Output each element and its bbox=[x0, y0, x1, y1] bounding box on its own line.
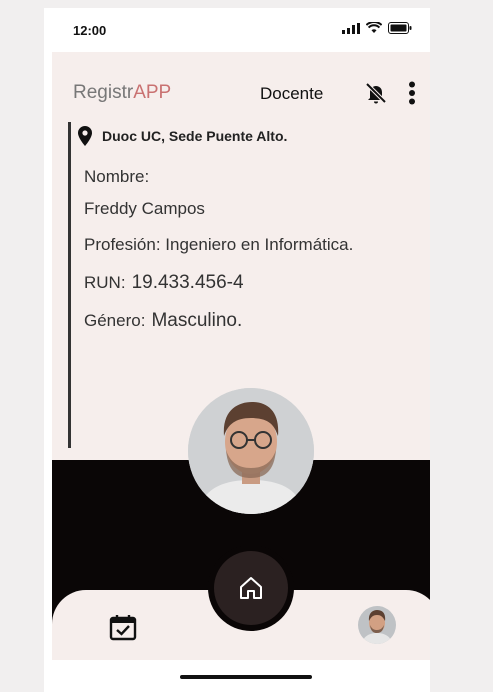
status-icons bbox=[342, 22, 412, 34]
home-icon bbox=[240, 577, 262, 599]
attendance-calendar-button[interactable] bbox=[108, 612, 138, 642]
map-pin-icon bbox=[78, 126, 92, 146]
gender-value: Masculino. bbox=[151, 310, 243, 331]
run-value: 19.433.456-4 bbox=[131, 272, 244, 293]
phone-frame: 12:00 RegistrAPP Docente Duoc UC, Sede P… bbox=[44, 8, 430, 692]
calendar-check-icon bbox=[109, 615, 137, 641]
location-text: Duoc UC, Sede Puente Alto. bbox=[102, 128, 288, 144]
profession-row: Profesión: Ingeniero en Informática. bbox=[84, 235, 353, 255]
home-indicator bbox=[180, 675, 312, 679]
gender-row: Género: Masculino. bbox=[84, 310, 242, 332]
name-label: Nombre: bbox=[84, 167, 150, 186]
profession-value: Ingeniero en Informática. bbox=[165, 235, 354, 254]
more-vertical-icon bbox=[409, 81, 415, 105]
battery-icon bbox=[388, 22, 412, 34]
gender-label: Género: bbox=[84, 311, 146, 330]
profession-label: Profesión: bbox=[84, 235, 161, 254]
signal-icon bbox=[342, 22, 360, 34]
name-value: Freddy Campos bbox=[84, 199, 205, 218]
avatar-image bbox=[358, 606, 396, 644]
app-screen: RegistrAPP Docente Duoc UC, Sede Puente … bbox=[52, 52, 430, 660]
user-role: Docente bbox=[260, 84, 324, 103]
status-time: 12:00 bbox=[73, 23, 107, 38]
bell-off-icon bbox=[365, 82, 387, 104]
home-button[interactable] bbox=[214, 551, 288, 625]
location-row: Duoc UC, Sede Puente Alto. bbox=[78, 126, 287, 146]
brand-prefix: Registr bbox=[73, 82, 134, 103]
more-options-button[interactable] bbox=[405, 80, 419, 106]
status-bar: 12:00 bbox=[44, 8, 430, 52]
notifications-toggle-button[interactable] bbox=[363, 80, 389, 106]
profile-avatar-button[interactable] bbox=[358, 606, 396, 644]
profile-photo bbox=[188, 388, 314, 514]
run-label: RUN: bbox=[84, 273, 126, 292]
run-row: RUN: 19.433.456-4 bbox=[84, 272, 244, 294]
section-divider bbox=[68, 122, 71, 448]
brand-accent: APP bbox=[133, 82, 172, 103]
person-photo-image bbox=[188, 388, 314, 514]
wifi-icon bbox=[366, 22, 382, 33]
app-logo: RegistrAPP bbox=[73, 82, 171, 104]
